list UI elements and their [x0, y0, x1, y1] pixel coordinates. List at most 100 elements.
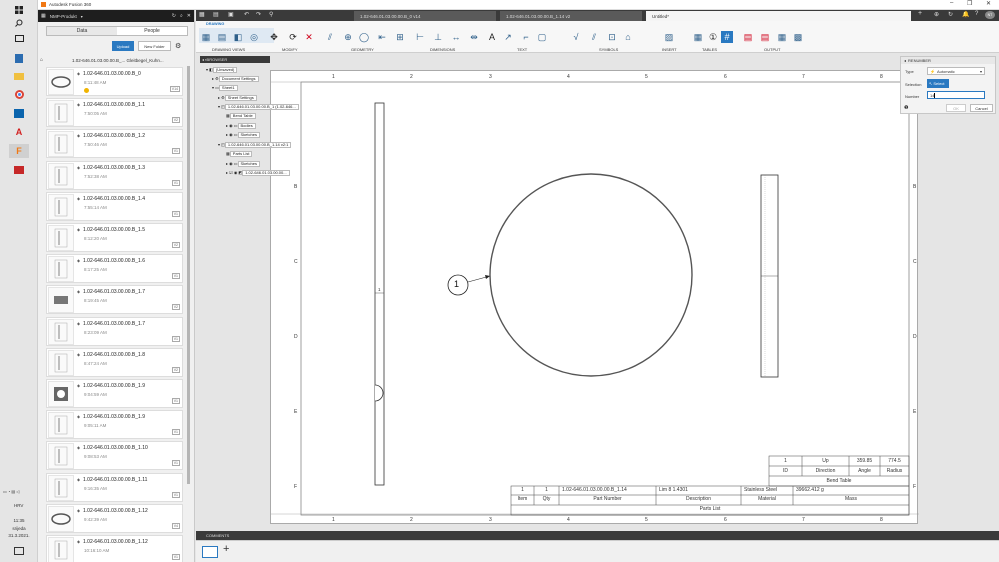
projected-view-icon[interactable]: ▤ [216, 31, 228, 43]
browser-node-sketches[interactable]: ▸ ◉ ▭ Sketches [226, 131, 260, 138]
add-sheet-icon[interactable]: + [223, 543, 229, 555]
file-item[interactable]: ◈ 1.02-646.01.03.00.00.B_1.6 8:17:25 AM V1 [46, 254, 183, 284]
sheet-thumbnail-1[interactable] [202, 546, 218, 558]
rotate-icon[interactable]: ⟳ [287, 31, 299, 43]
datum-icon[interactable]: ▢ [536, 31, 548, 43]
file-version-badge[interactable]: V1 [171, 179, 180, 186]
file-item[interactable]: ◈ 1.02-646.01.03.00.00.B_1.2 7:50:46 AM V1 [46, 129, 183, 159]
job-status-icon[interactable]: ↻ [948, 11, 953, 18]
file-item[interactable]: ◈ 1.02-646.01.03.00.00.B_1.8 8:47:24 AM V2 [46, 347, 183, 377]
browser-node-document-settings[interactable]: ▸ ⚙ Document Settings [212, 75, 259, 82]
browser-node-component[interactable]: ▸ ☑ ◉ ◩ 1.02-646.01.03.00.00... [226, 169, 290, 176]
help-icon[interactable]: ? [975, 11, 978, 17]
file-version-badge[interactable]: V2 [171, 366, 180, 373]
center-mark-icon[interactable]: ⊕ [342, 31, 354, 43]
new-tab-icon[interactable]: + [918, 10, 922, 17]
drawing-views-menu[interactable]: DRAWING VIEWS [212, 47, 245, 52]
browser-node-bend-table[interactable]: ▦ Bend Table [226, 112, 256, 119]
workspace-tab[interactable]: DRAWING [206, 22, 224, 26]
file-item[interactable]: ◈ 1.02-646.01.03.00.00.B_1.12 9:42:39 AM V4 [46, 503, 183, 533]
comments-bar[interactable]: COMMENTS [196, 531, 999, 540]
browser-node-sketches-2[interactable]: ▸ ◉ ▭ Sketches [226, 160, 260, 167]
file-version-badge[interactable]: V1 [171, 398, 180, 404]
number-input[interactable]: 14 [927, 91, 985, 99]
dimensions-menu[interactable]: DIMENSIONS [430, 47, 455, 52]
acrobat-icon[interactable]: A [9, 125, 29, 139]
tray-icons[interactable]: ▭ ◔ ▤ ◁ [3, 489, 19, 494]
dialog-collapse-icon[interactable]: ◂ [904, 58, 906, 63]
file-item[interactable]: ◈ 1.02-646.01.03.00.00.B_1.10 9:08:53 AM V1 [46, 441, 183, 471]
center-mark-pattern-icon[interactable]: ⊞ [394, 31, 406, 43]
extensions-icon[interactable]: ⊕ [934, 11, 939, 18]
chain-dimension-icon[interactable]: ⇹ [468, 31, 480, 43]
tab-document-untitled[interactable]: Untitled* [646, 11, 911, 21]
insert-menu[interactable]: INSERT [662, 47, 677, 52]
file-item[interactable]: ◈ 1.02-646.01.03.00.00.B_1.3 7:52:38 AM V1 [46, 160, 183, 190]
note-icon[interactable]: ⌐ [520, 31, 532, 43]
file-item[interactable]: ◈ 1.02-646.01.03.00.00.B_1.7 8:23:09 AM V1 [46, 316, 183, 346]
browser-node-view-1[interactable]: ▾ ◰ 1.02-646.01.03.00.00.B_1 (1.02-646..… [218, 103, 299, 110]
calculator-icon[interactable] [9, 51, 29, 65]
file-item[interactable]: ◈ 1.02-646.01.03.00.00.B_1.9 9:05:11 AM V1 [46, 410, 183, 440]
baseline-dimension-icon[interactable]: ↔ [450, 31, 462, 43]
browser-node-sheet-settings[interactable]: ▸ ⚙ Sheet Settings [218, 94, 257, 101]
symbols-menu[interactable]: SYMBOLS [599, 47, 618, 52]
save-icon[interactable]: ▣ [228, 11, 234, 18]
undo-icon[interactable]: ↶ [244, 11, 249, 18]
file-explorer-icon[interactable] [9, 69, 29, 83]
table-icon[interactable]: ▦ [692, 31, 704, 43]
renumber-header[interactable]: ◂ RENUMBER [901, 57, 995, 64]
language-indicator[interactable]: HRV [14, 503, 23, 508]
file-item[interactable]: ◈ 1.02-646.01.03.00.00.B_1.4 7:55:14 AM V1 [46, 191, 183, 221]
dwg-export-icon[interactable]: ▤ [759, 31, 771, 43]
file-version-badge[interactable]: V2 [171, 242, 180, 248]
section-view-icon[interactable]: ◧ [232, 31, 244, 43]
file-item[interactable]: ◈ 1.02-646.01.03.00.00.B_1.9 9:04:59 AM V1 [46, 379, 183, 408]
file-version-badge[interactable]: V1 [171, 148, 180, 155]
file-item[interactable]: ◈ 1.02-646.01.03.00.00.B_1.12 10:16:10 AM V… [46, 535, 183, 562]
file-list-scrollbar[interactable] [187, 66, 190, 484]
file-version-badge[interactable]: V1 [171, 429, 180, 436]
notification-icon[interactable] [14, 547, 24, 555]
ordinate-dimension-icon[interactable]: ⊥ [432, 31, 444, 43]
browser-node-sheet1[interactable]: ▾ ▭ Sheet1 [212, 84, 238, 91]
app-red-icon[interactable] [9, 163, 29, 177]
move-icon[interactable]: ✥ [268, 31, 280, 43]
file-item[interactable]: ◈ 1.02-646.01.03.00.00.B_1.11 9:16:35 AM V1 [46, 472, 183, 502]
link-icon[interactable]: ⚲ [269, 11, 273, 18]
text-icon[interactable]: A [486, 31, 498, 43]
task-view-icon[interactable] [9, 31, 29, 45]
dimension-icon[interactable]: ⊢ [414, 31, 426, 43]
cancel-button[interactable]: Cancel [970, 104, 993, 112]
circle-icon[interactable]: ◯ [358, 31, 370, 43]
pdf-export-icon[interactable]: ▤ [742, 31, 754, 43]
base-view-icon[interactable]: ▦ [200, 31, 212, 43]
file-version-badge[interactable]: V14 [169, 86, 180, 92]
browser-node-bodies[interactable]: ▸ ◉ ▭ Bodies [226, 122, 256, 129]
file-item[interactable]: ◈ 1.02-646.01.03.00.00.B_1.1 7:50:05 AM V2 [46, 98, 183, 128]
feature-control-frame-icon[interactable]: ⫽ [588, 31, 600, 43]
file-version-badge[interactable]: V4 [171, 522, 180, 529]
clock-time[interactable]: 11:35 [0, 518, 38, 523]
datum-identifier-icon[interactable]: ⊡ [606, 31, 618, 43]
select-button[interactable]: ↖ Select [927, 79, 949, 88]
file-version-badge[interactable]: V2 [171, 304, 180, 311]
file-version-badge[interactable]: V1 [171, 273, 180, 280]
tab-people[interactable]: People [117, 27, 187, 35]
chrome-icon[interactable] [9, 87, 29, 101]
home-icon[interactable]: ⌂ [40, 57, 43, 63]
text-menu[interactable]: TEXT [517, 47, 527, 52]
file-version-badge[interactable]: V2 [171, 117, 180, 124]
geometry-menu[interactable]: GEOMETRY [351, 47, 374, 52]
centerline-icon[interactable]: ⫽ [324, 31, 336, 43]
balloon-number[interactable]: 1 [454, 279, 459, 289]
welding-symbol-icon[interactable]: ⌂ [622, 31, 634, 43]
edge-extension-icon[interactable]: ⇤ [376, 31, 388, 43]
file-version-badge[interactable]: V1 [171, 335, 180, 342]
drawing-sheet[interactable]: 1 2 3 4 5 6 7 8 1 2 3 4 5 6 7 8 B C D E F B C D E F 1 1 1 Up 3… [270, 70, 919, 524]
file-version-badge[interactable]: V1 [171, 460, 180, 467]
new-folder-button[interactable]: New Folder [138, 41, 171, 51]
project-selector[interactable]: NMP-Produkt [50, 14, 77, 19]
file-item[interactable]: ◈ 1.02-646.01.03.00.00.B_1.7 8:19:45 AM V2 [46, 285, 183, 315]
windows-start-icon[interactable] [9, 3, 29, 17]
